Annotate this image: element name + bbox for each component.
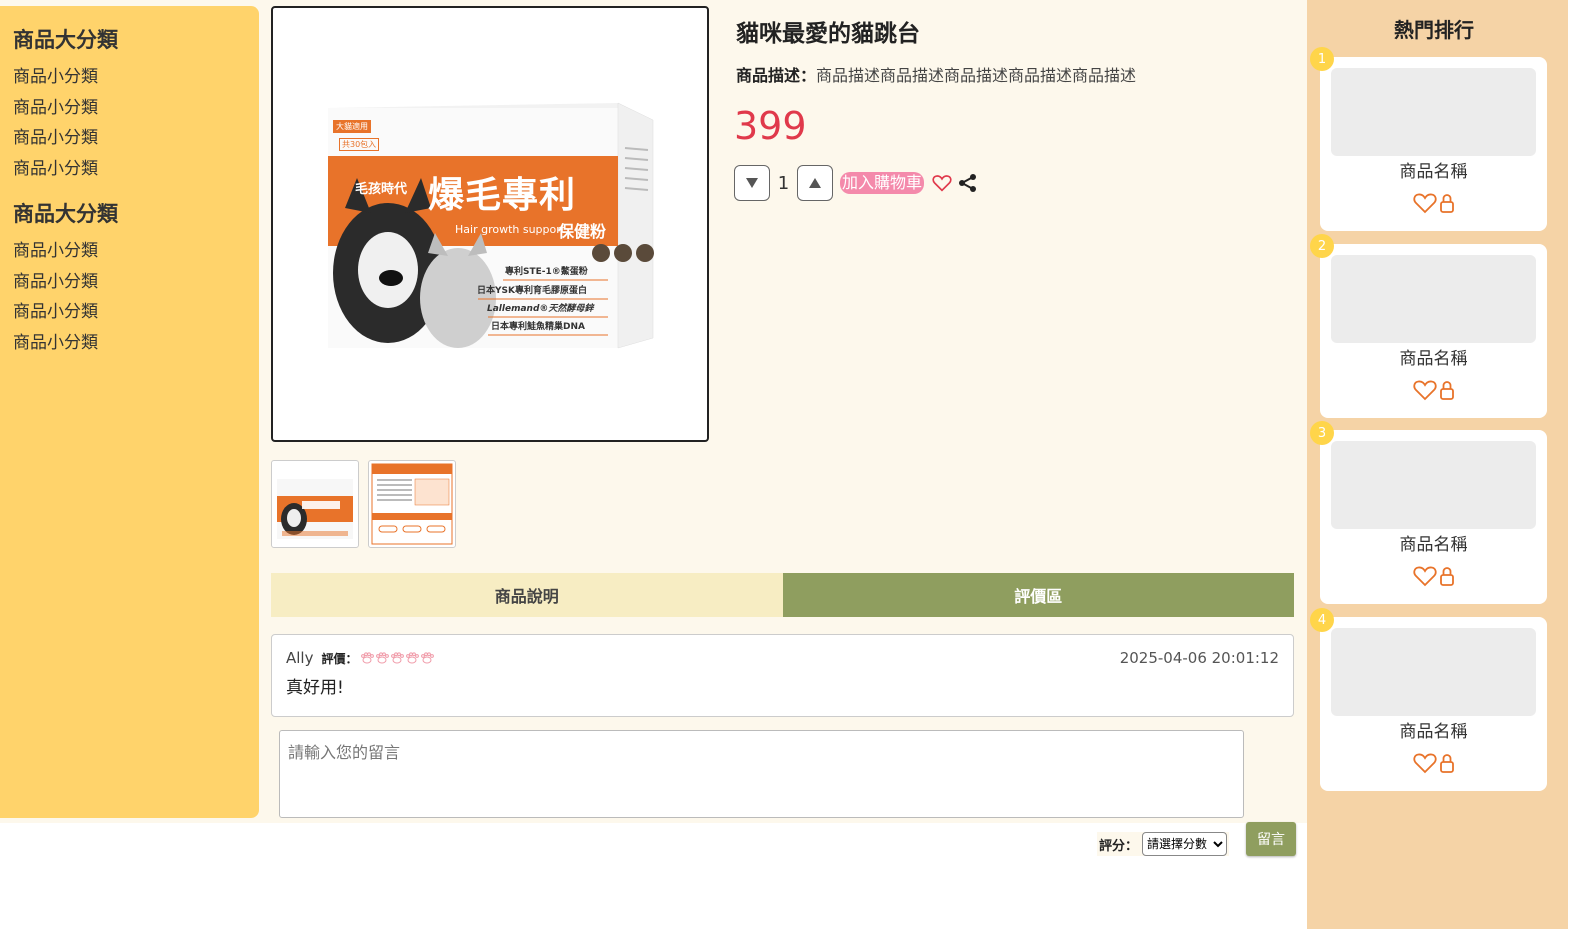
subcategory-link[interactable]: 商品小分類 [13,328,246,359]
ranking-card[interactable]: 商品名稱 [1320,244,1547,418]
product-title: 貓咪最愛的貓跳台 [736,21,920,47]
ranking-product-image [1331,628,1536,716]
description-label: 商品描述： [736,66,817,85]
share-icon [959,174,977,192]
ranking-actions [1320,565,1547,587]
category-sidebar: 商品大分類 商品小分類 商品小分類 商品小分類 商品小分類 商品大分類 商品小分… [0,6,259,818]
box-feature: 日本YSK專利育毛膠原蛋白 [477,286,587,296]
thumbnail-image [371,463,453,545]
heart-icon[interactable] [1412,565,1437,587]
ranking-card[interactable]: 商品名稱 [1320,617,1547,791]
heart-icon[interactable] [1412,379,1437,401]
product-description: 商品描述：商品描述商品描述商品描述商品描述商品描述 [736,62,1136,86]
rank-badge: 3 [1310,421,1334,445]
ranking-actions [1320,192,1547,214]
lock-icon[interactable] [1439,752,1455,774]
subcategory-link[interactable]: 商品小分類 [13,93,246,124]
ranking-card[interactable]: 商品名稱 [1320,57,1547,231]
review-timestamp: 2025-04-06 20:01:12 [1119,649,1279,667]
subcategory-link[interactable]: 商品小分類 [13,123,246,154]
box-badge: 共30包入 [339,138,380,151]
box-product-name: 爆毛專利 [428,175,577,216]
score-row: 評分： 請選擇分數 [1097,832,1230,856]
review-body: 真好用! [286,678,344,698]
score-select[interactable]: 請選擇分數 [1142,832,1228,856]
lock-icon[interactable] [1439,565,1455,587]
tab-description[interactable]: 商品說明 [271,573,783,617]
decrease-qty-button[interactable] [734,165,770,201]
lock-icon[interactable] [1439,379,1455,401]
heart-icon [932,175,952,192]
ranking-product-image [1331,255,1536,343]
ranking-card[interactable]: 商品名稱 [1320,430,1547,604]
triangle-down-icon [746,178,758,188]
ranking-actions [1320,379,1547,401]
thumbnail-image [277,479,353,539]
favorite-button[interactable] [931,172,953,194]
category-group: 商品大分類 商品小分類 商品小分類 商品小分類 商品小分類 [13,198,246,358]
paw-icon [390,652,404,664]
category-group: 商品大分類 商品小分類 商品小分類 商品小分類 商品小分類 [13,24,246,184]
heart-icon[interactable] [1412,752,1437,774]
paw-icon [360,652,374,664]
category-title[interactable]: 商品大分類 [13,24,246,54]
ranking-product-name: 商品名稱 [1399,535,1468,555]
ranking-product-image [1331,441,1536,529]
subcategory-link[interactable]: 商品小分類 [13,62,246,93]
ranking-product-image [1331,68,1536,156]
description-text: 商品描述商品描述商品描述商品描述商品描述 [816,66,1137,85]
box-subtitle-en: Hair growth support [455,223,566,236]
box-badge: 大貓適用 [333,120,371,133]
lock-icon[interactable] [1439,192,1455,214]
rank-badge: 1 [1310,47,1334,71]
rank-badge: 4 [1310,608,1334,632]
box-subtitle-zh: 保健粉 [558,222,607,241]
score-label: 評分： [1099,838,1139,854]
subcategory-link[interactable]: 商品小分類 [13,236,246,267]
ranking-product-name: 商品名稱 [1399,349,1468,369]
review-header: Ally 評價： 2025-04-06 20:01:12 [286,649,1279,667]
ranking-panel: 熱門排行 商品名稱 1 商品名稱 2 商品名稱 3 商品名稱 4 [1307,0,1568,929]
quantity-controls: 1 加入購物車 [734,165,979,201]
add-to-cart-button[interactable]: 加入購物車 [840,172,925,194]
category-title[interactable]: 商品大分類 [13,198,246,228]
paw-icon [375,652,389,664]
ranking-title: 熱門排行 [1394,18,1474,42]
product-thumbnail[interactable] [368,460,456,548]
rank-badge: 2 [1310,234,1334,258]
subcategory-link[interactable]: 商品小分類 [13,154,246,185]
subcategory-link[interactable]: 商品小分類 [13,297,246,328]
box-feature: 日本專利鮭魚精巢DNA [491,322,585,332]
product-thumbnail[interactable] [271,460,359,548]
product-tabs: 商品說明 評價區 [271,573,1294,617]
submit-message-button[interactable]: 留言 [1246,822,1296,856]
paw-icon [405,652,419,664]
review-item: Ally 評價： 2025-04-06 20:01:12 真好用! [271,634,1294,717]
review-rating-label: 評價： [321,651,358,666]
triangle-up-icon [809,178,821,188]
subcategory-link[interactable]: 商品小分類 [13,267,246,298]
ranking-actions [1320,752,1547,774]
review-rating [360,652,434,664]
product-main-image: 大貓適用 共30包入 毛孩時代 爆毛專利 Hair growth support… [271,6,709,442]
product-price: 399 [734,104,807,148]
box-brand: 毛孩時代 [355,182,408,197]
box-feature: 專利STE-1®鱉蛋粉 [505,267,588,277]
tab-reviews[interactable]: 評價區 [782,573,1294,617]
ranking-product-name: 商品名稱 [1399,162,1468,182]
review-user: Ally [286,649,314,667]
quantity-value: 1 [777,172,790,194]
increase-qty-button[interactable] [797,165,833,201]
ranking-product-name: 商品名稱 [1399,722,1468,742]
share-button[interactable] [957,172,979,194]
message-input[interactable] [279,730,1244,818]
heart-icon[interactable] [1412,192,1437,214]
box-feature: Lallemand®天然酵母鋅 [487,304,594,314]
paw-icon [420,652,434,664]
